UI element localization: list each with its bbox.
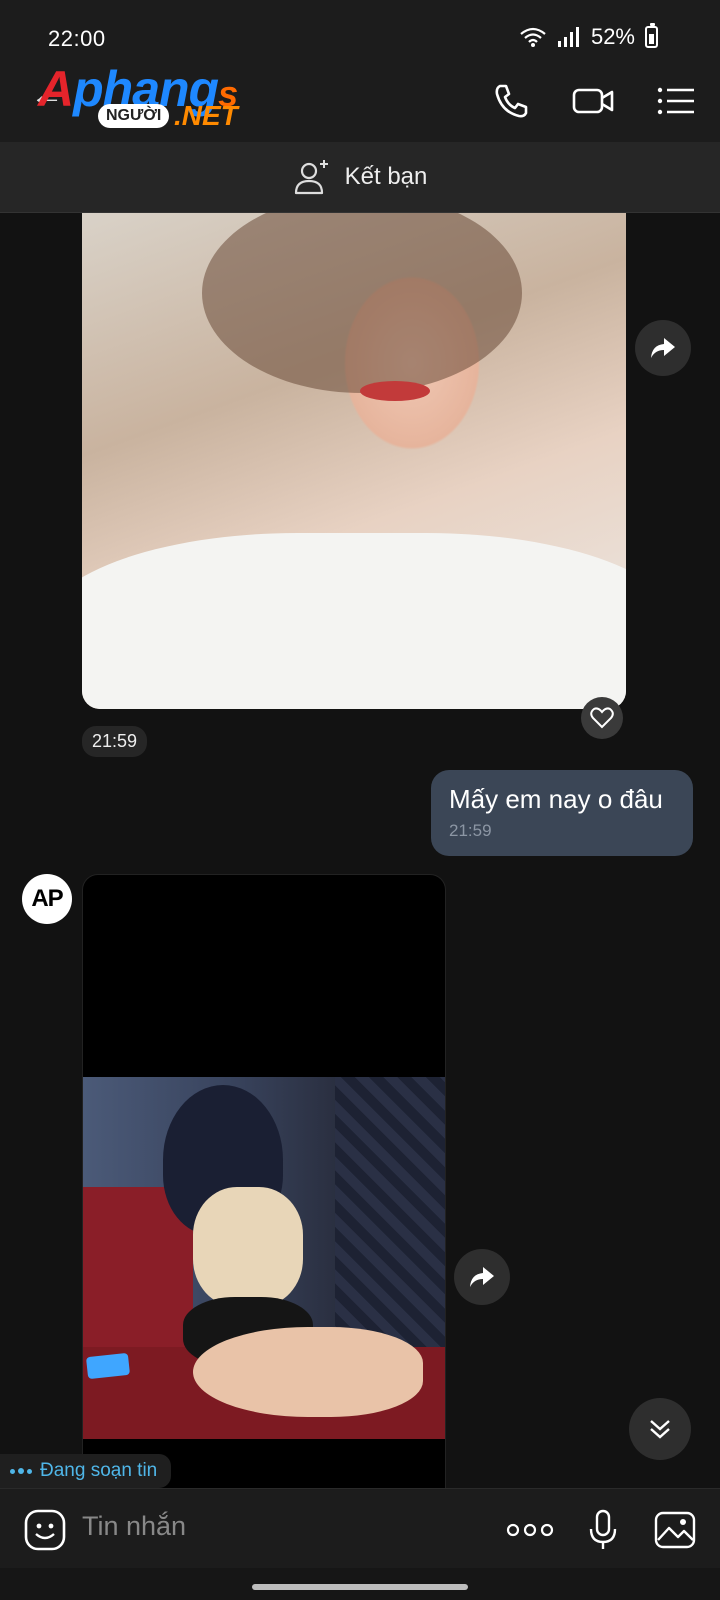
sticker-icon xyxy=(24,1509,66,1551)
photo-lips xyxy=(360,381,430,401)
phone-icon[interactable] xyxy=(488,78,534,124)
photo-top xyxy=(193,1187,303,1307)
wifi-icon xyxy=(520,27,546,47)
avatar[interactable]: AP xyxy=(22,874,72,924)
my-message-bubble[interactable]: Mấy em nay o đâu 21:59 xyxy=(431,770,693,856)
add-user-icon xyxy=(294,160,328,195)
system-nav-bar xyxy=(0,1568,720,1600)
status-time: 22:00 xyxy=(48,26,106,51)
typing-label: Đang soạn tin xyxy=(40,1460,158,1481)
share-icon xyxy=(651,338,675,358)
chat-image-1[interactable] xyxy=(82,213,626,709)
image-picker-button[interactable] xyxy=(652,1507,698,1553)
photo-dress xyxy=(82,533,626,709)
status-bar: 22:00 52% xyxy=(0,0,720,58)
battery-percent: 52% xyxy=(590,24,635,49)
message-input-bar: Tin nhắn xyxy=(0,1488,720,1569)
double-chevron-down-icon xyxy=(650,1420,670,1439)
add-friend-button[interactable]: Kết bạn xyxy=(0,142,720,213)
menu-icon[interactable] xyxy=(654,78,700,124)
chat-header: ← Aphangs NGƯỜI .NET xyxy=(0,58,720,142)
typing-indicator: Đang soạn tin xyxy=(0,1454,172,1488)
like-button[interactable] xyxy=(581,697,623,739)
photo-scene xyxy=(83,1077,445,1439)
photo-legs xyxy=(193,1327,423,1417)
video-call-icon[interactable] xyxy=(570,78,616,124)
voice-button[interactable] xyxy=(580,1507,626,1553)
message-time: 21:59 xyxy=(449,821,492,840)
typing-dots-icon xyxy=(10,1468,32,1474)
logo-sub: NGƯỜI xyxy=(98,104,170,128)
status-icons: 52% xyxy=(519,23,658,50)
share-icon xyxy=(470,1267,494,1287)
chat-image-2[interactable] xyxy=(82,874,446,1496)
message-text: Mấy em nay o đâu xyxy=(449,784,663,814)
home-indicator[interactable] xyxy=(252,1584,468,1590)
photo-hair xyxy=(202,213,522,393)
sticker-button[interactable] xyxy=(22,1507,68,1553)
logo-net: .NET xyxy=(174,100,238,131)
more-options-button[interactable] xyxy=(506,1507,554,1553)
share-button[interactable] xyxy=(635,320,691,376)
scroll-to-bottom-button[interactable] xyxy=(629,1398,691,1460)
share-button[interactable] xyxy=(454,1249,510,1305)
image-icon xyxy=(654,1511,696,1549)
photo-phone xyxy=(85,1352,131,1380)
message-time: 21:59 xyxy=(82,726,148,757)
heart-icon xyxy=(590,707,614,729)
signal-icon xyxy=(557,27,579,47)
more-dots-icon xyxy=(506,1523,554,1537)
message-input[interactable]: Tin nhắn xyxy=(82,1511,186,1542)
battery-icon xyxy=(645,23,658,48)
add-friend-label: Kết bạn xyxy=(344,163,428,190)
microphone-icon xyxy=(589,1509,617,1549)
watermark-logo: Aphangs NGƯỜI .NET xyxy=(38,60,258,138)
